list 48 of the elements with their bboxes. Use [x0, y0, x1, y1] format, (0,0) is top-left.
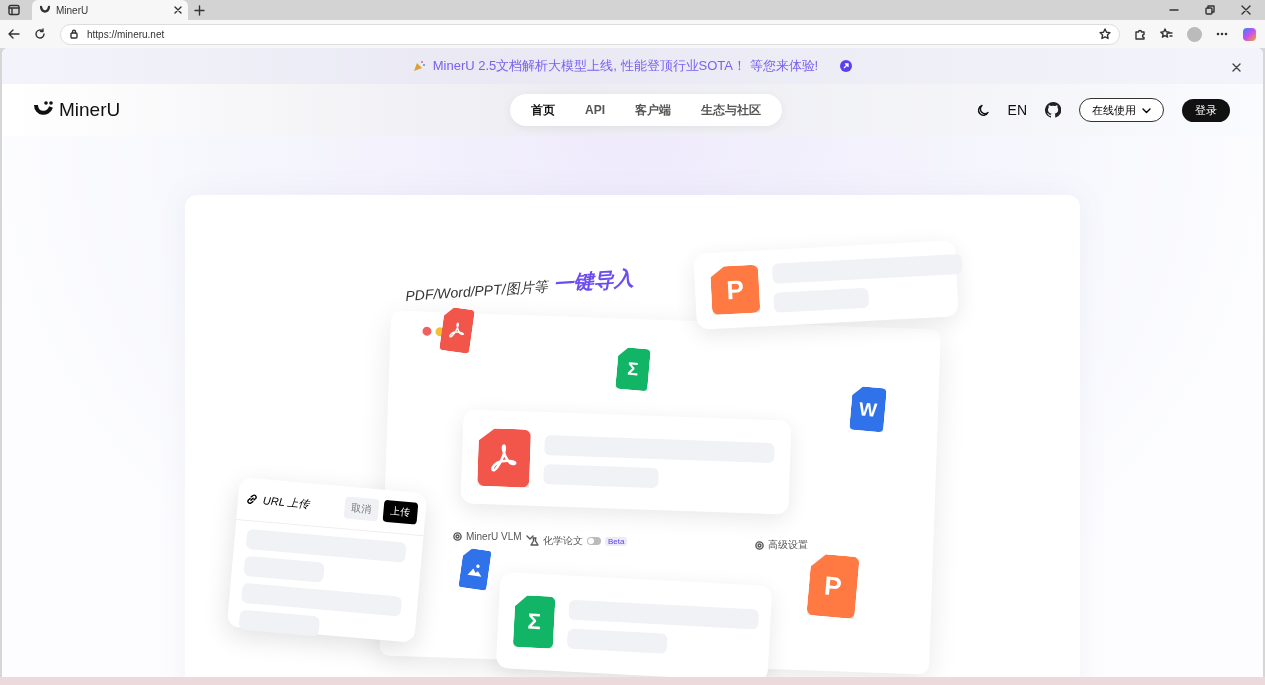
copilot-icon[interactable] [1242, 26, 1257, 42]
model-select[interactable]: MinerU VLM [466, 531, 522, 542]
close-icon[interactable] [1241, 5, 1251, 15]
plus-icon[interactable] [194, 4, 205, 16]
arrow-link-icon[interactable] [840, 60, 853, 72]
language-button[interactable]: EN [1007, 102, 1027, 118]
headline-highlight: 一键导入 [552, 266, 634, 297]
nav-link[interactable]: 生态与社区 [686, 101, 776, 119]
extensions-icon[interactable] [1134, 28, 1146, 40]
gear-icon [453, 532, 462, 541]
login-button[interactable]: 登录 [1182, 98, 1230, 122]
flask-icon [530, 536, 539, 546]
back-arrow-icon[interactable] [8, 28, 20, 40]
reload-icon[interactable] [34, 28, 46, 40]
gear-icon [755, 540, 764, 550]
nav-link[interactable]: 客户端 [620, 101, 686, 119]
party-popper-icon [412, 60, 425, 72]
advanced-settings-link[interactable]: 高级设置 [768, 538, 808, 552]
link-icon [245, 492, 259, 506]
lock-icon [69, 29, 79, 39]
slides-file-icon: P [709, 264, 761, 315]
site-logo-icon [40, 5, 50, 15]
cancel-button[interactable]: 取消 [343, 496, 380, 522]
announcement-text[interactable]: MinerU 2.5文档解析大模型上线, 性能登顶行业SOTA！ 等您来体验! [432, 57, 819, 75]
upload-button[interactable]: 上传 [382, 499, 419, 525]
nav-link[interactable]: API [570, 103, 620, 117]
restore-icon[interactable] [1205, 5, 1215, 15]
nav-link[interactable]: 首页 [516, 101, 570, 119]
pdf-file-icon [477, 427, 532, 488]
github-icon[interactable] [1045, 102, 1061, 118]
moon-icon[interactable] [976, 103, 990, 117]
tab-title: MinerU [56, 4, 90, 16]
toggle-label: 化学论文 [543, 534, 583, 548]
beta-badge: Beta [605, 536, 628, 546]
close-icon[interactable] [174, 6, 182, 14]
sidebar-icon[interactable] [8, 4, 20, 16]
browser-tab[interactable]: MinerU [32, 0, 188, 20]
favorites-icon[interactable] [1160, 28, 1173, 40]
online-use-button[interactable]: 在线使用 [1079, 98, 1164, 122]
toggle-switch[interactable] [587, 537, 601, 545]
logo-text: MinerU [59, 99, 121, 121]
star-icon[interactable] [1099, 28, 1111, 40]
close-icon[interactable] [1232, 63, 1241, 72]
window-dot [422, 326, 432, 336]
spreadsheet-file-icon: Σ [512, 594, 556, 649]
address-bar[interactable]: https://mineru.net [60, 23, 1120, 45]
panel-title: URL 上传 [262, 492, 312, 512]
headline-text: PDF/Word/PPT/图片等 [404, 278, 549, 306]
